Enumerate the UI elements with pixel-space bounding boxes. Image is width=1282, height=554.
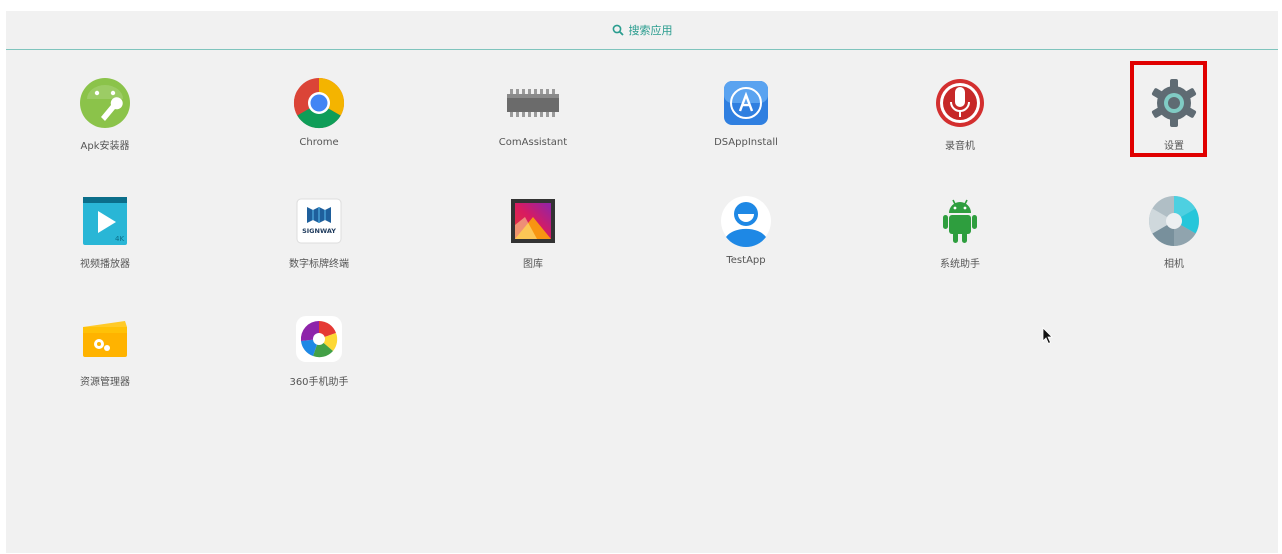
app-file-manager[interactable]: 资源管理器 — [35, 313, 175, 399]
app-system-assistant[interactable]: 系统助手 — [890, 195, 1030, 281]
app-apk-installer[interactable]: Apk安装器 — [35, 77, 175, 163]
app-label: ComAssistant — [498, 137, 568, 148]
app-label: 系统助手 — [940, 259, 980, 270]
app-grid: Apk安装器 Chrome ComAssistant DSAppInstall … — [6, 11, 1278, 553]
app-label: 资源管理器 — [80, 377, 130, 388]
android-wrench-icon — [79, 77, 131, 129]
app-testapp[interactable]: TestApp — [676, 195, 816, 281]
settings-highlight-box — [1130, 61, 1207, 157]
app-chrome[interactable]: Chrome — [249, 77, 389, 163]
app-gallery[interactable]: 图库 — [463, 195, 603, 281]
app-label: TestApp — [726, 255, 766, 266]
video-player-icon: 4K — [79, 195, 131, 247]
chrome-icon — [293, 77, 345, 129]
app-label: 数字标牌终端 — [289, 259, 349, 270]
app-drawer: 搜索应用 Apk安装器 Chrome ComAssistant DSAppIns… — [6, 11, 1278, 553]
app-label: 录音机 — [945, 141, 975, 152]
app-video-player[interactable]: 4K 视频播放器 — [35, 195, 175, 281]
app-label: DSAppInstall — [714, 137, 778, 148]
mouse-cursor-icon — [1042, 327, 1053, 345]
app-camera[interactable]: 相机 — [1104, 195, 1244, 281]
gallery-icon — [507, 195, 559, 247]
app-comassistant[interactable]: ComAssistant — [463, 77, 603, 163]
app-label: 图库 — [523, 259, 543, 270]
app-360-assistant[interactable]: 360手机助手 — [249, 313, 389, 399]
android-icon — [934, 195, 986, 247]
app-label: 相机 — [1164, 259, 1184, 270]
360-assistant-icon — [293, 313, 345, 365]
svg-text:4K: 4K — [115, 235, 124, 243]
app-label: Apk安装器 — [80, 141, 130, 152]
avatar-icon — [720, 195, 772, 247]
app-recorder[interactable]: 录音机 — [890, 77, 1030, 163]
app-label: Chrome — [299, 137, 339, 148]
microphone-icon — [934, 77, 986, 129]
app-label: 360手机助手 — [289, 377, 349, 388]
app-dsappinstall[interactable]: DSAppInstall — [676, 77, 816, 163]
signway-icon: SIGNWAY — [293, 195, 345, 247]
app-store-icon — [720, 77, 772, 129]
app-digital-signage[interactable]: SIGNWAY 数字标牌终端 — [249, 195, 389, 281]
app-label: 视频播放器 — [80, 259, 130, 270]
folder-gear-icon — [79, 313, 131, 365]
svg-text:SIGNWAY: SIGNWAY — [302, 227, 336, 235]
camera-shutter-icon — [1148, 195, 1200, 247]
chip-icon — [507, 77, 559, 129]
